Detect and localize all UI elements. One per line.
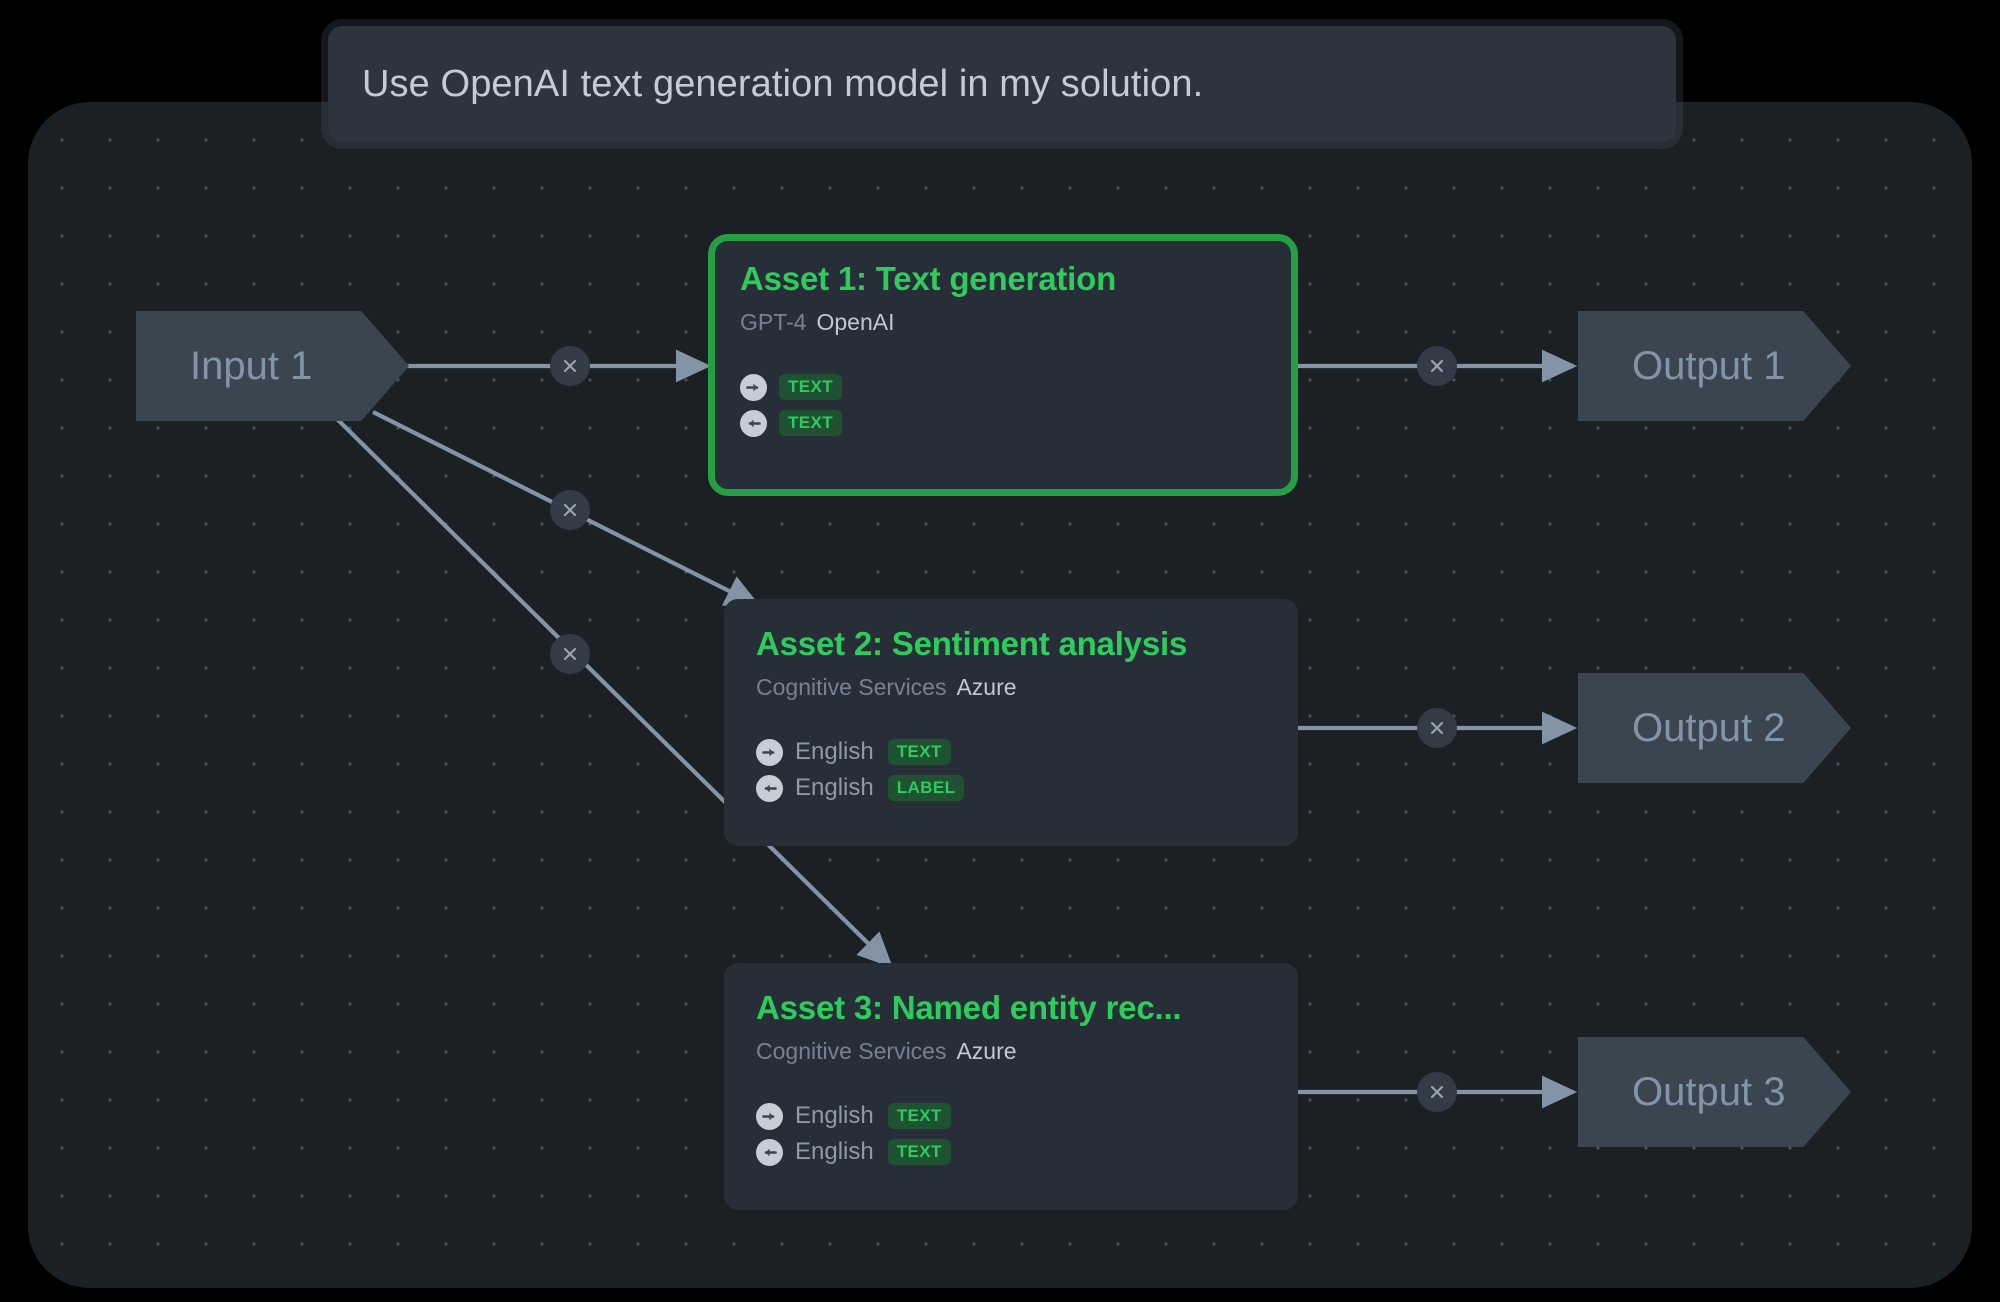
prompt-text: Use OpenAI text generation model in my s… (362, 62, 1204, 105)
asset-ports: English TEXT English LABEL (756, 735, 1268, 805)
edge-delete-asset2-output2[interactable] (1417, 708, 1457, 748)
arrow-left-circle-icon (756, 774, 783, 802)
node-input-1[interactable]: Input 1 (136, 311, 409, 421)
arrow-right-circle-icon (740, 373, 767, 401)
close-icon (563, 647, 577, 661)
asset-input-port[interactable]: TEXT (740, 370, 1268, 404)
node-output-1[interactable]: Output 1 (1578, 311, 1851, 421)
node-output-3[interactable]: Output 3 (1578, 1037, 1851, 1147)
asset-card-3[interactable]: Asset 3: Named entity rec... Cognitive S… (724, 963, 1298, 1210)
close-icon (1430, 359, 1444, 373)
asset-output-type-badge: LABEL (887, 775, 965, 801)
asset-title: Asset 1: Text generation (740, 260, 1117, 297)
close-icon (563, 503, 577, 517)
asset-vendor-name: OpenAI (816, 309, 895, 335)
asset-card-1[interactable]: Asset 1: Text generation GPT-4 OpenAI TEX… (708, 234, 1298, 496)
asset-title: Asset 2: Sentiment analysis (756, 625, 1188, 662)
edge-delete-input1-asset1[interactable] (550, 346, 590, 386)
arrow-left-circle-icon (740, 409, 767, 437)
asset-card-2[interactable]: Asset 2: Sentiment analysis Cognitive Se… (724, 599, 1298, 846)
arrow-right-circle-icon (756, 738, 783, 766)
node-label: Output 1 (1632, 343, 1786, 388)
asset-output-port[interactable]: English TEXT (756, 1135, 1268, 1169)
asset-output-language: English (795, 774, 874, 801)
asset-provider: Cognitive Services Azure (756, 1038, 1268, 1065)
asset-input-port[interactable]: English TEXT (756, 1099, 1268, 1133)
asset-input-port[interactable]: English TEXT (756, 735, 1268, 769)
asset-input-type-badge: TEXT (887, 1103, 951, 1129)
asset-provider: Cognitive Services Azure (756, 674, 1268, 701)
asset-title: Asset 3: Named entity rec... (756, 989, 1182, 1026)
close-icon (1430, 721, 1444, 735)
asset-provider: GPT-4 OpenAI (740, 309, 1268, 336)
asset-ports: TEXT TEXT (740, 370, 1268, 440)
close-icon (563, 359, 577, 373)
arrow-left-circle-icon (756, 1138, 783, 1166)
node-label: Output 3 (1632, 1069, 1786, 1114)
asset-output-language: English (795, 1138, 874, 1165)
asset-input-type-badge: TEXT (779, 374, 843, 400)
asset-vendor-name: Azure (956, 1038, 1017, 1064)
asset-output-type-badge: TEXT (779, 410, 843, 436)
asset-output-port[interactable]: TEXT (740, 406, 1268, 440)
prompt-banner[interactable]: Use OpenAI text generation model in my s… (328, 26, 1676, 142)
asset-output-port[interactable]: English LABEL (756, 771, 1268, 805)
node-label: Input 1 (190, 343, 313, 388)
asset-service-name: Cognitive Services (756, 674, 947, 700)
workflow-editor: Use OpenAI text generation model in my s… (0, 0, 2000, 1302)
asset-ports: English TEXT English TEXT (756, 1099, 1268, 1169)
edge-delete-input1-asset3[interactable] (550, 634, 590, 674)
asset-input-language: English (795, 1102, 874, 1129)
node-label: Output 2 (1632, 705, 1786, 750)
node-output-2[interactable]: Output 2 (1578, 673, 1851, 783)
asset-input-language: English (795, 738, 874, 765)
asset-service-name: GPT-4 (740, 309, 807, 335)
edge-delete-asset1-output1[interactable] (1417, 346, 1457, 386)
arrow-right-circle-icon (756, 1102, 783, 1130)
asset-service-name: Cognitive Services (756, 1038, 947, 1064)
close-icon (1430, 1085, 1444, 1099)
edge-delete-input1-asset2[interactable] (550, 490, 590, 530)
edge-delete-asset3-output3[interactable] (1417, 1072, 1457, 1112)
asset-vendor-name: Azure (956, 674, 1017, 700)
asset-output-type-badge: TEXT (887, 1139, 951, 1165)
asset-input-type-badge: TEXT (887, 739, 951, 765)
